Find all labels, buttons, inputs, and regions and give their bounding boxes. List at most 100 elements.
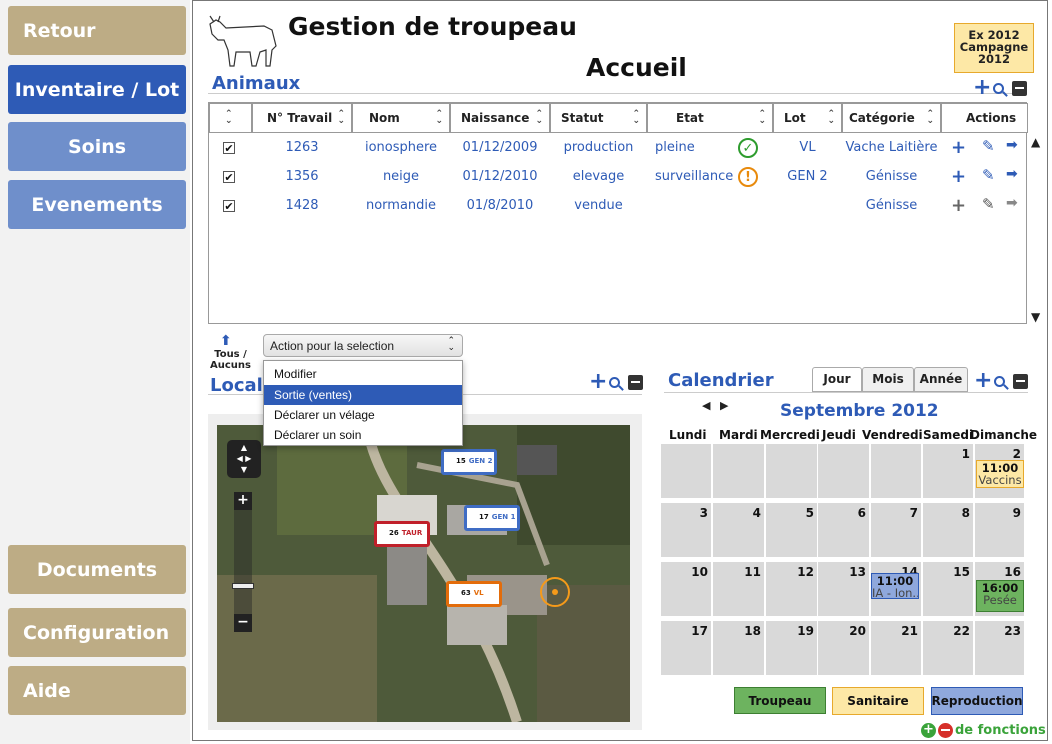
zoom-out-button[interactable]: −	[234, 614, 252, 632]
col-header[interactable]: Statut ⌃ ⌄	[550, 103, 647, 133]
tab-annee[interactable]: Année	[914, 367, 968, 392]
edit-pencil-icon[interactable]: ✎	[982, 137, 995, 155]
col-header[interactable]: Catégorie ⌃ ⌄	[842, 103, 941, 133]
search-icon[interactable]	[994, 375, 1006, 387]
soins-button[interactable]: Soins	[8, 122, 186, 171]
scroll-up-icon[interactable]: ▲	[1031, 135, 1040, 149]
add-to-lot-icon[interactable]: +	[951, 137, 966, 158]
calendar-day[interactable]: 12	[766, 562, 817, 616]
collapse-icon[interactable]	[628, 374, 644, 390]
calendar-day[interactable]: 18	[713, 621, 764, 675]
select-all-header[interactable]: ⌃ ⌄	[209, 103, 252, 133]
legend-troupeau[interactable]: Troupeau	[734, 687, 826, 714]
legend-sanitaire[interactable]: Sanitaire	[832, 687, 924, 715]
calendar-day[interactable]: 21	[871, 621, 921, 675]
legend-reproduction[interactable]: Reproduction	[931, 687, 1023, 715]
calendar-day[interactable]: 23	[975, 621, 1024, 675]
plus-circle-icon[interactable]: +	[921, 723, 936, 738]
calendar-day[interactable]	[661, 444, 711, 498]
col-header[interactable]: N° Travail ⌃ ⌄	[252, 103, 352, 133]
prev-month-icon[interactable]: ◀	[702, 399, 710, 412]
sort-icon[interactable]: ⌃ ⌄	[758, 110, 766, 126]
evenements-button[interactable]: Evenements	[8, 180, 186, 229]
col-header[interactable]: Naissance ⌃ ⌄	[450, 103, 550, 133]
tab-jour[interactable]: Jour	[812, 367, 862, 392]
calendar-day[interactable]: 1	[923, 444, 973, 498]
calendar-day[interactable]: 17	[661, 621, 711, 675]
add-icon[interactable]: +	[973, 77, 991, 99]
calendar-day[interactable]: 3	[661, 503, 711, 557]
zoom-in-button[interactable]: +	[234, 492, 252, 510]
calendar-event[interactable]: 16:00 Pesée	[976, 580, 1024, 612]
sort-icon[interactable]: ⌃ ⌄	[535, 110, 543, 126]
menu-item-soin[interactable]: Déclarer un soin	[264, 425, 462, 445]
edit-pencil-icon[interactable]: ✎	[982, 166, 995, 184]
add-to-lot-icon[interactable]: +	[951, 195, 966, 216]
calendar-day[interactable]: 22	[923, 621, 973, 675]
calendar-day[interactable]: 20	[818, 621, 869, 675]
calendar-day[interactable]: 19	[766, 621, 817, 675]
add-to-lot-icon[interactable]: +	[951, 166, 966, 187]
tab-mois[interactable]: Mois	[862, 367, 914, 392]
menu-item-sortie[interactable]: Sortie (ventes)	[264, 385, 462, 405]
calendar-day[interactable]: 5	[766, 503, 817, 557]
scroll-down-icon[interactable]: ▼	[1031, 310, 1040, 324]
menu-item-velage[interactable]: Déclarer un vélage	[264, 405, 462, 425]
col-header[interactable]: Lot ⌃ ⌄	[773, 103, 842, 133]
calendar-day[interactable]: 9	[975, 503, 1024, 557]
retour-button[interactable]: Retour	[8, 6, 186, 55]
campaign-badge[interactable]: Ex 2012 Campagne 2012	[954, 23, 1034, 73]
calendar-day[interactable]	[871, 444, 921, 498]
arrow-right-icon[interactable]: ➡	[1006, 195, 1018, 211]
more-functions[interactable]: + de fonctions	[921, 723, 1046, 738]
aide-button[interactable]: Aide	[8, 666, 186, 715]
sort-icon[interactable]: ⌃ ⌄	[225, 110, 245, 126]
search-icon[interactable]	[993, 82, 1005, 94]
calendar-day[interactable]: 6	[818, 503, 869, 557]
arrow-right-icon[interactable]: ➡	[1006, 137, 1018, 153]
calendar-day[interactable]	[818, 444, 869, 498]
calendar-day[interactable]: 11	[713, 562, 764, 616]
minus-circle-icon[interactable]	[938, 723, 953, 738]
calendar-day[interactable]: 4	[713, 503, 764, 557]
calendar-day[interactable]: 10	[661, 562, 711, 616]
herd-marker[interactable]: 15 GEN 2	[441, 449, 497, 475]
arrow-up-icon[interactable]: ⬆	[220, 333, 232, 349]
sort-icon[interactable]: ⌃ ⌄	[926, 110, 934, 126]
edit-pencil-icon[interactable]: ✎	[982, 195, 995, 213]
selection-action-dropdown[interactable]: Action pour la selection ⌃ ⌄	[263, 334, 463, 357]
col-header[interactable]: Nom ⌃ ⌄	[352, 103, 450, 133]
map-pan-control[interactable]: ▲ ◀ ▶ ▼	[227, 440, 261, 478]
zoom-slider[interactable]	[234, 492, 252, 632]
herd-marker[interactable]: 17 GEN 1	[464, 505, 520, 531]
sort-icon[interactable]: ⌃ ⌄	[435, 110, 443, 126]
row-checkbox[interactable]: ✔	[223, 171, 235, 183]
inventaire-lot-button[interactable]: Inventaire / Lot	[8, 65, 186, 114]
row-checkbox[interactable]: ✔	[223, 142, 235, 154]
tous-aucuns-toggle[interactable]: Tous / Aucuns	[210, 349, 251, 371]
arrow-right-icon[interactable]: ➡	[1006, 166, 1018, 182]
zoom-handle[interactable]	[232, 583, 254, 589]
row-checkbox[interactable]: ✔	[223, 200, 235, 212]
calendar-day[interactable]: 13	[818, 562, 869, 616]
sort-icon[interactable]: ⌃ ⌄	[632, 110, 640, 126]
calendar-day[interactable]: 8	[923, 503, 973, 557]
calendar-day[interactable]: 7	[871, 503, 921, 557]
next-month-icon[interactable]: ▶	[720, 399, 728, 412]
documents-button[interactable]: Documents	[8, 545, 186, 594]
calendar-event[interactable]: 11:00 IA - Ion...	[871, 573, 919, 599]
add-icon[interactable]: +	[974, 370, 992, 392]
configuration-button[interactable]: Configuration	[8, 608, 186, 657]
satellite-map[interactable]	[217, 425, 630, 722]
sort-icon[interactable]: ⌃ ⌄	[827, 110, 835, 126]
search-icon[interactable]	[609, 376, 621, 388]
sort-icon[interactable]: ⌃ ⌄	[337, 110, 345, 126]
collapse-icon[interactable]	[1013, 373, 1029, 389]
collapse-icon[interactable]	[1012, 80, 1028, 96]
herd-marker[interactable]: 63 VL	[446, 581, 502, 607]
herd-marker[interactable]: 26 TAUR	[374, 521, 430, 547]
col-header[interactable]: Etat ⌃ ⌄	[647, 103, 773, 133]
add-icon[interactable]: +	[589, 371, 607, 393]
calendar-day[interactable]: 15	[923, 562, 973, 616]
calendar-event[interactable]: 11:00 Vaccins	[976, 460, 1024, 488]
